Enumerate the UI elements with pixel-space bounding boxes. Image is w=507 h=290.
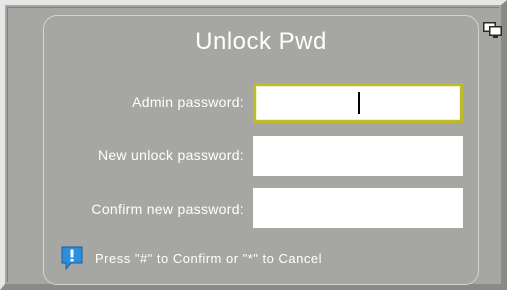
admin-password-field[interactable]: [253, 83, 463, 123]
confirm-new-password-field[interactable]: [253, 188, 463, 228]
hint-text: Press "#" to Confirm or "*" to Cancel: [95, 250, 322, 266]
info-exclamation-icon: [61, 246, 83, 271]
new-unlock-password-field[interactable]: [253, 136, 463, 176]
admin-password-label: Admin password:: [132, 94, 244, 110]
confirm-new-password-label: Confirm new password:: [91, 201, 244, 217]
display-icon[interactable]: [482, 20, 504, 40]
unlock-password-dialog: Unlock Pwd Admin password: New unlock pa…: [43, 15, 479, 285]
keypad-hint: Press "#" to Confirm or "*" to Cancel: [61, 246, 322, 271]
new-unlock-password-label: New unlock password:: [97, 147, 244, 163]
text-cursor: [358, 92, 360, 114]
dialog-title: Unlock Pwd: [195, 28, 327, 55]
